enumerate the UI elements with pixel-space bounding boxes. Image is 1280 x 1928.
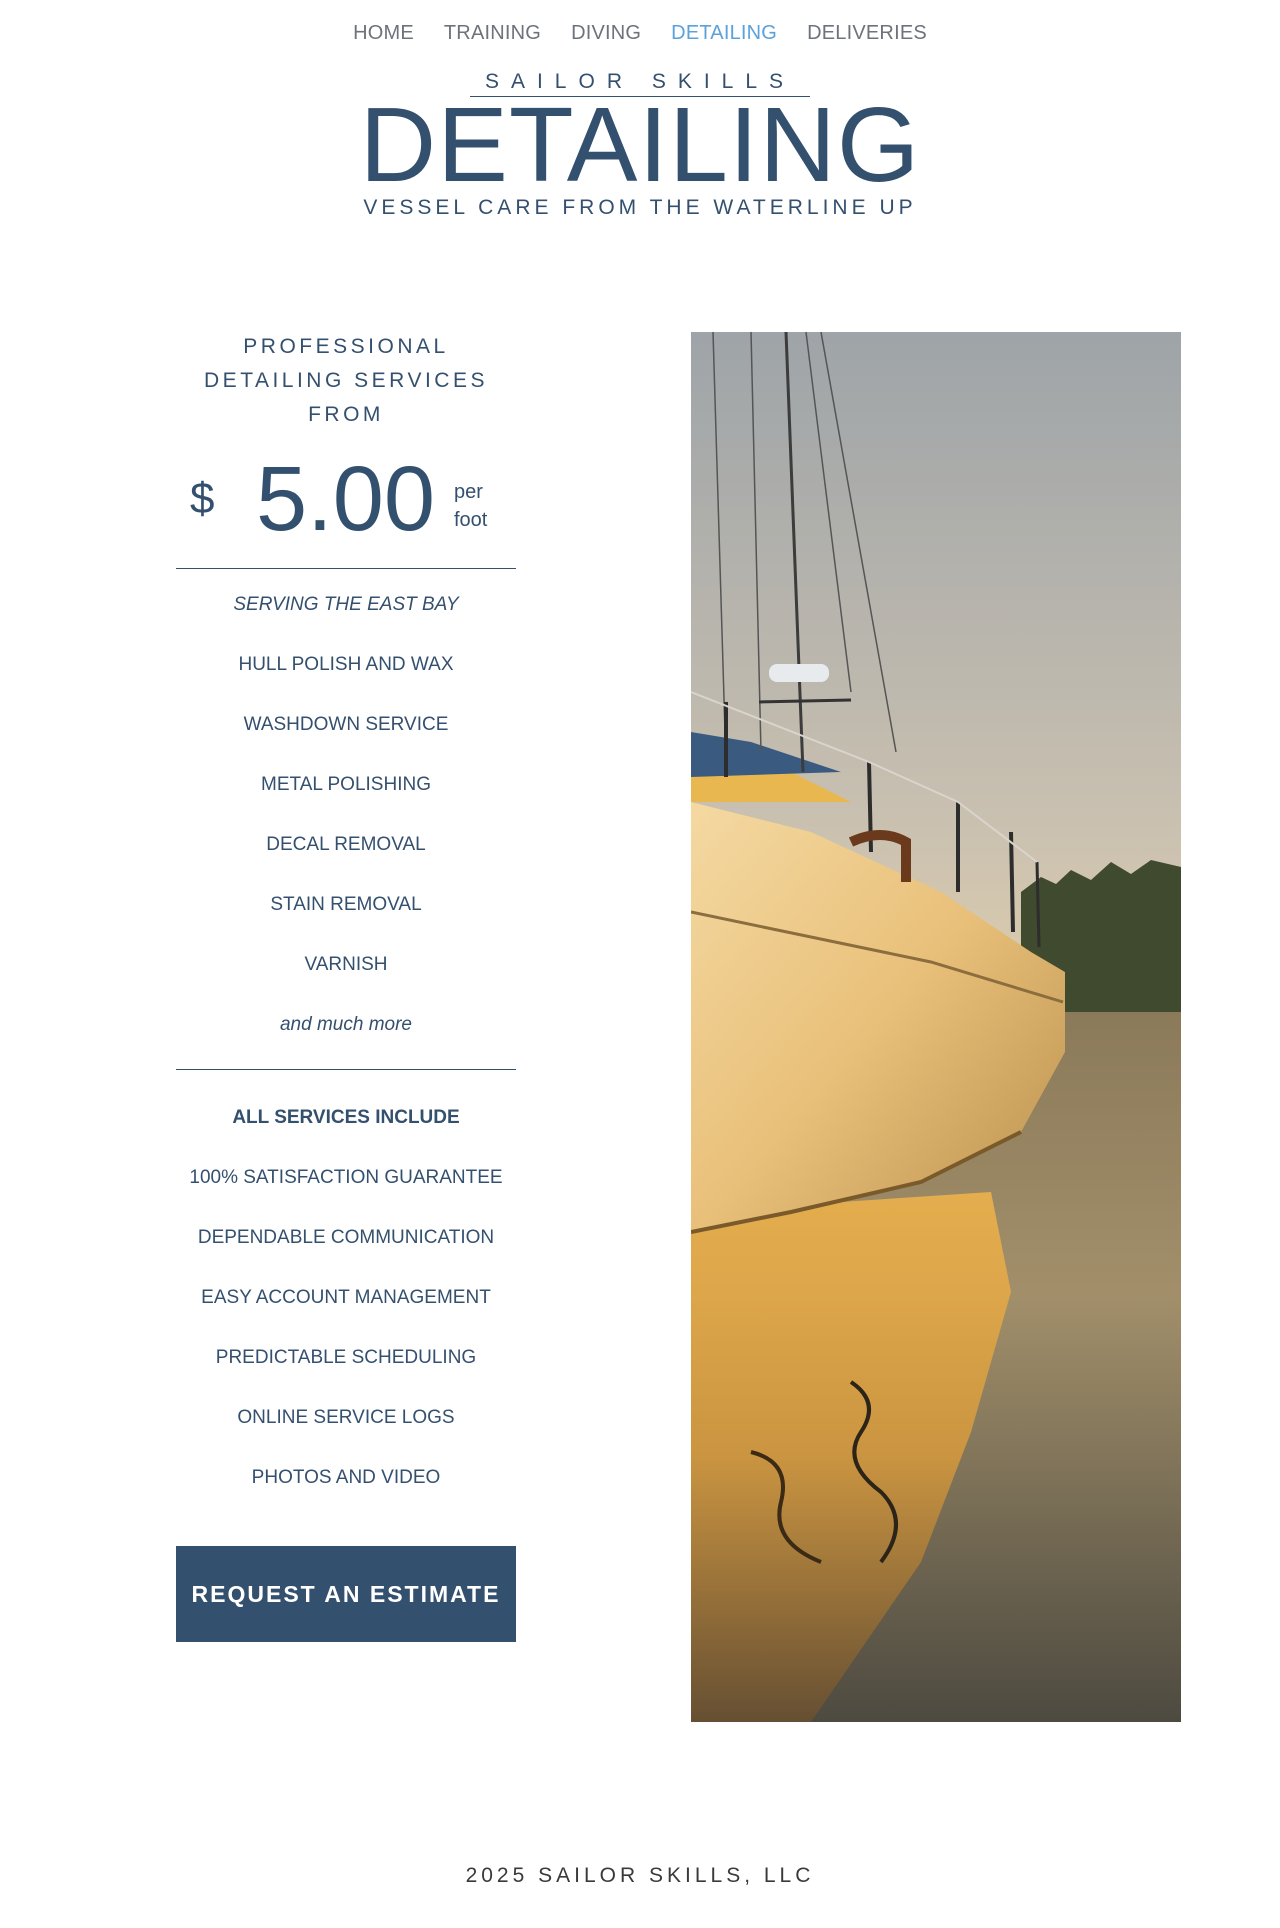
price-unit-line: per bbox=[454, 481, 483, 503]
service-item: METAL POLISHING bbox=[261, 774, 431, 795]
divider bbox=[176, 1069, 516, 1070]
price-amount: 5.00 bbox=[256, 448, 436, 550]
sailboat-photo bbox=[691, 332, 1181, 1722]
currency-symbol: $ bbox=[190, 474, 215, 523]
service-item: VARNISH bbox=[304, 954, 388, 975]
nav-training[interactable]: TRAINING bbox=[429, 22, 556, 45]
service-item: DECAL REMOVAL bbox=[266, 834, 426, 855]
pricing-intro-line: PROFESSIONAL bbox=[243, 335, 449, 358]
divider bbox=[176, 568, 516, 569]
nav-home[interactable]: HOME bbox=[338, 22, 429, 45]
price: $ 5.00 per foot bbox=[176, 444, 516, 554]
price-unit: per foot bbox=[454, 478, 487, 534]
pricing-panel: PROFESSIONAL DETAILING SERVICES FROM $ 5… bbox=[176, 330, 516, 1642]
service-item: STAIN REMOVAL bbox=[270, 894, 422, 915]
service-item: WASHDOWN SERVICE bbox=[243, 714, 449, 735]
request-estimate-button[interactable]: REQUEST AN ESTIMATE bbox=[176, 1546, 516, 1642]
nav-deliveries[interactable]: DELIVERIES bbox=[792, 22, 942, 45]
pricing-intro-line: DETAILING SERVICES bbox=[204, 369, 488, 392]
nav-diving[interactable]: DIVING bbox=[556, 22, 656, 45]
service-area: SERVING THE EAST BAY bbox=[233, 594, 459, 615]
services-more: and much more bbox=[279, 1014, 412, 1035]
service-item: HULL POLISH AND WAX bbox=[238, 654, 454, 675]
page-tagline: VESSEL CARE FROM THE WATERLINE UP bbox=[363, 196, 917, 219]
include-item: EASY ACCOUNT MANAGEMENT bbox=[201, 1287, 491, 1308]
include-item: PHOTOS AND VIDEO bbox=[251, 1467, 441, 1488]
include-item: ONLINE SERVICE LOGS bbox=[237, 1407, 455, 1428]
page-title: DETAILING bbox=[359, 86, 921, 204]
includes-list: ALL SERVICES INCLUDE 100% SATISFACTION G… bbox=[176, 1088, 516, 1508]
includes-heading: ALL SERVICES INCLUDE bbox=[232, 1107, 460, 1128]
price-unit-line: foot bbox=[454, 509, 488, 531]
pricing-intro: PROFESSIONAL DETAILING SERVICES FROM bbox=[176, 330, 516, 432]
main-nav: HOME TRAINING DIVING DETAILING DELIVERIE… bbox=[0, 22, 1280, 45]
include-item: 100% SATISFACTION GUARANTEE bbox=[189, 1167, 503, 1188]
services-list: SERVING THE EAST BAY HULL POLISH AND WAX… bbox=[176, 575, 516, 1055]
footer-copyright: 2025 SAILOR SKILLS, LLC bbox=[465, 1864, 815, 1887]
pricing-intro-line: FROM bbox=[308, 403, 384, 426]
include-item: DEPENDABLE COMMUNICATION bbox=[197, 1227, 495, 1248]
include-item: PREDICTABLE SCHEDULING bbox=[215, 1347, 477, 1368]
nav-detailing[interactable]: DETAILING bbox=[656, 22, 792, 45]
